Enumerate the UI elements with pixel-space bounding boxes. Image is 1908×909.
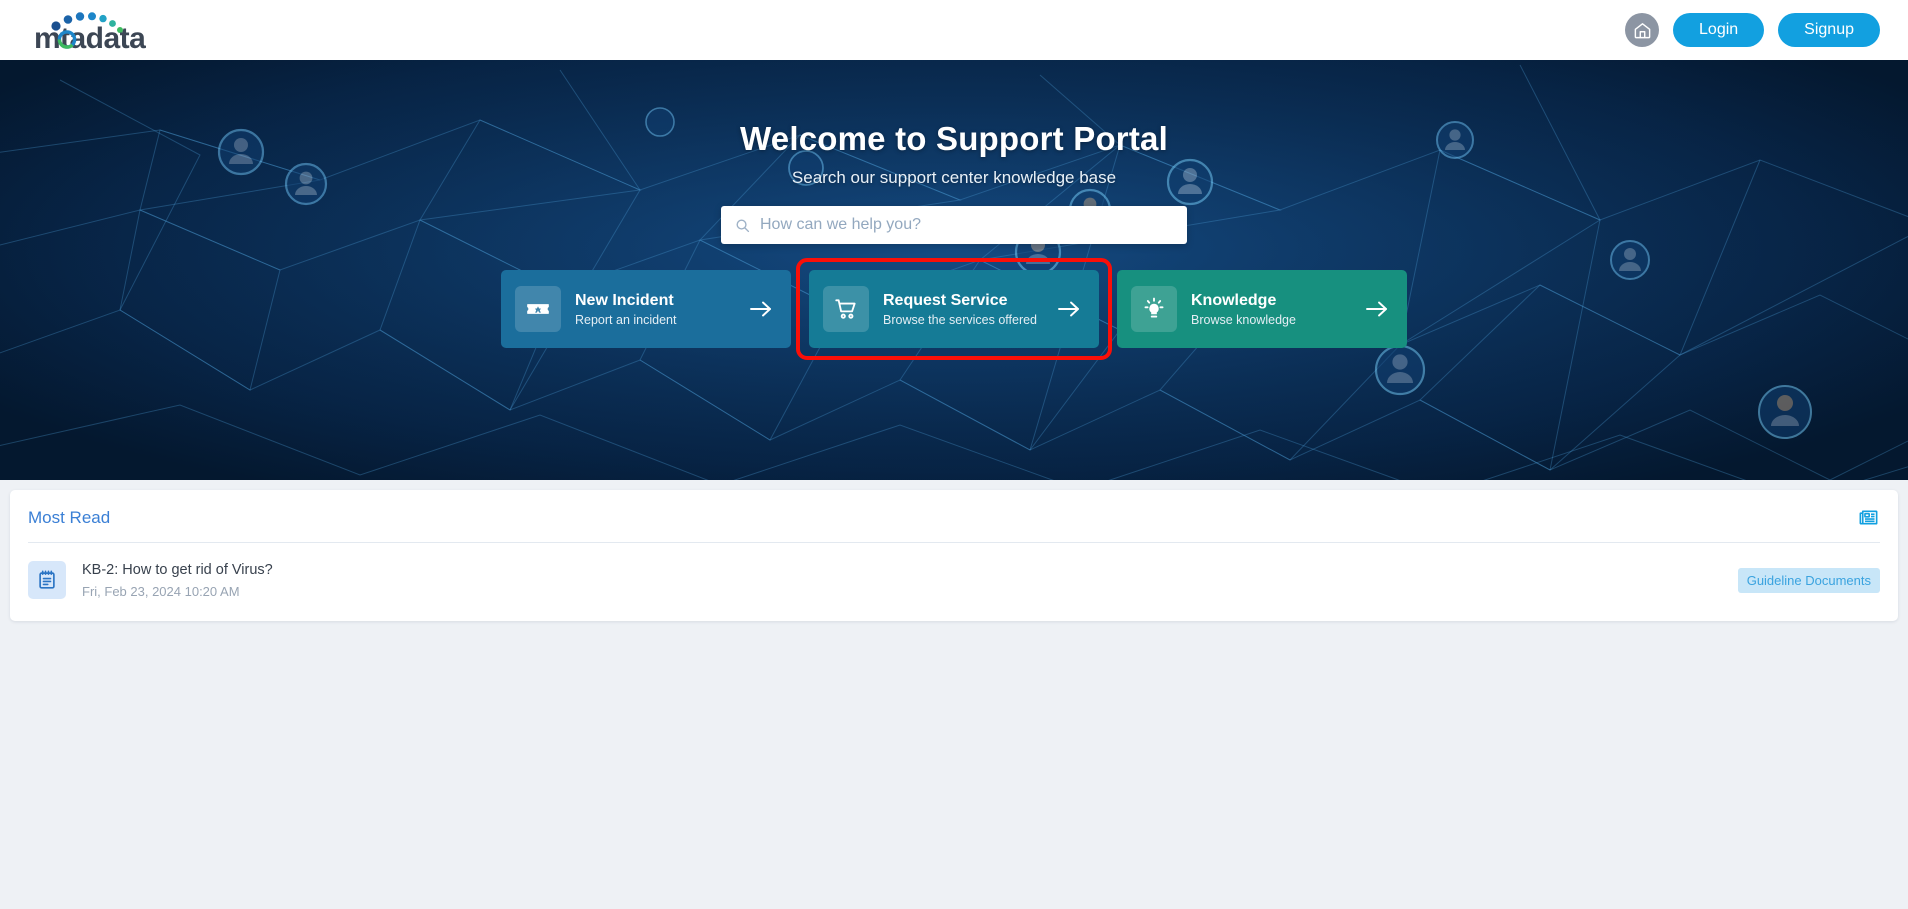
home-icon [1634, 22, 1650, 38]
search-icon [736, 219, 750, 232]
lightbulb-icon [1144, 297, 1164, 318]
motadata-logo-icon: m tadata [34, 12, 147, 50]
login-button[interactable]: Login [1673, 13, 1765, 47]
hero-content: Welcome to Support Portal Search our sup… [0, 60, 1908, 480]
most-read-header: Most Read [28, 506, 1880, 543]
card-new-incident[interactable]: New Incident Report an incident [501, 270, 791, 348]
home-button[interactable] [1625, 13, 1660, 47]
article-body: KB-2: How to get rid of Virus? Fri, Feb … [82, 562, 1738, 599]
card-knowledge[interactable]: Knowledge Browse knowledge [1117, 270, 1407, 348]
card-subtitle: Browse the services offered [883, 313, 1038, 327]
card-subtitle: Report an incident [575, 313, 677, 327]
notepad-icon-wrap [28, 561, 66, 599]
shopping-cart-icon [835, 299, 856, 319]
most-read-title: Most Read [28, 507, 111, 527]
list-item[interactable]: KB-2: How to get rid of Virus? Fri, Feb … [28, 543, 1880, 599]
ticket-icon [527, 304, 549, 314]
card-title: Knowledge [1191, 292, 1277, 309]
article-title[interactable]: KB-2: How to get rid of Virus? [82, 562, 1738, 578]
card-knowledge-text: Knowledge Browse knowledge [1191, 291, 1365, 327]
notepad-icon [39, 570, 55, 589]
brand-logo[interactable]: m tadata [34, 10, 162, 50]
card-request-service-text: Request Service Browse the services offe… [883, 291, 1057, 327]
lightbulb-icon-wrap [1131, 286, 1177, 332]
card-request-service[interactable]: Request Service Browse the services offe… [796, 258, 1112, 360]
status-badge[interactable]: Guideline Documents [1737, 567, 1880, 593]
signup-button[interactable]: Signup [1778, 13, 1880, 47]
card-subtitle: Browse knowledge [1191, 313, 1296, 327]
card-new-incident-text: New Incident Report an incident [575, 291, 749, 327]
svg-text:m: m [34, 22, 60, 50]
quick-action-cards: New Incident Report an incident Request … [501, 258, 1407, 360]
search-bar[interactable] [721, 206, 1187, 244]
page-title: Welcome to Support Portal [740, 120, 1168, 157]
page-subtitle: Search our support center knowledge base [791, 168, 1117, 187]
arrow-right-icon [1058, 301, 1079, 317]
card-title: Request Service [883, 292, 1008, 309]
arrow-right-icon [1366, 301, 1387, 317]
header-actions: Login Signup [1625, 13, 1880, 47]
search-input[interactable] [760, 216, 1173, 234]
card-title: New Incident [575, 292, 674, 309]
newspaper-icon[interactable] [1857, 506, 1880, 529]
most-read-panel: Most Read KB-2: How to get rid of Virus?… [10, 490, 1898, 621]
article-date: Fri, Feb 23, 2024 10:20 AM [82, 583, 240, 599]
top-header-bar: m tadata Login Signup [0, 0, 1908, 60]
shopping-cart-icon-wrap [823, 286, 869, 332]
ticket-icon-wrap [515, 286, 561, 332]
hero-banner: Welcome to Support Portal Search our sup… [0, 60, 1908, 480]
arrow-right-icon [750, 301, 771, 317]
